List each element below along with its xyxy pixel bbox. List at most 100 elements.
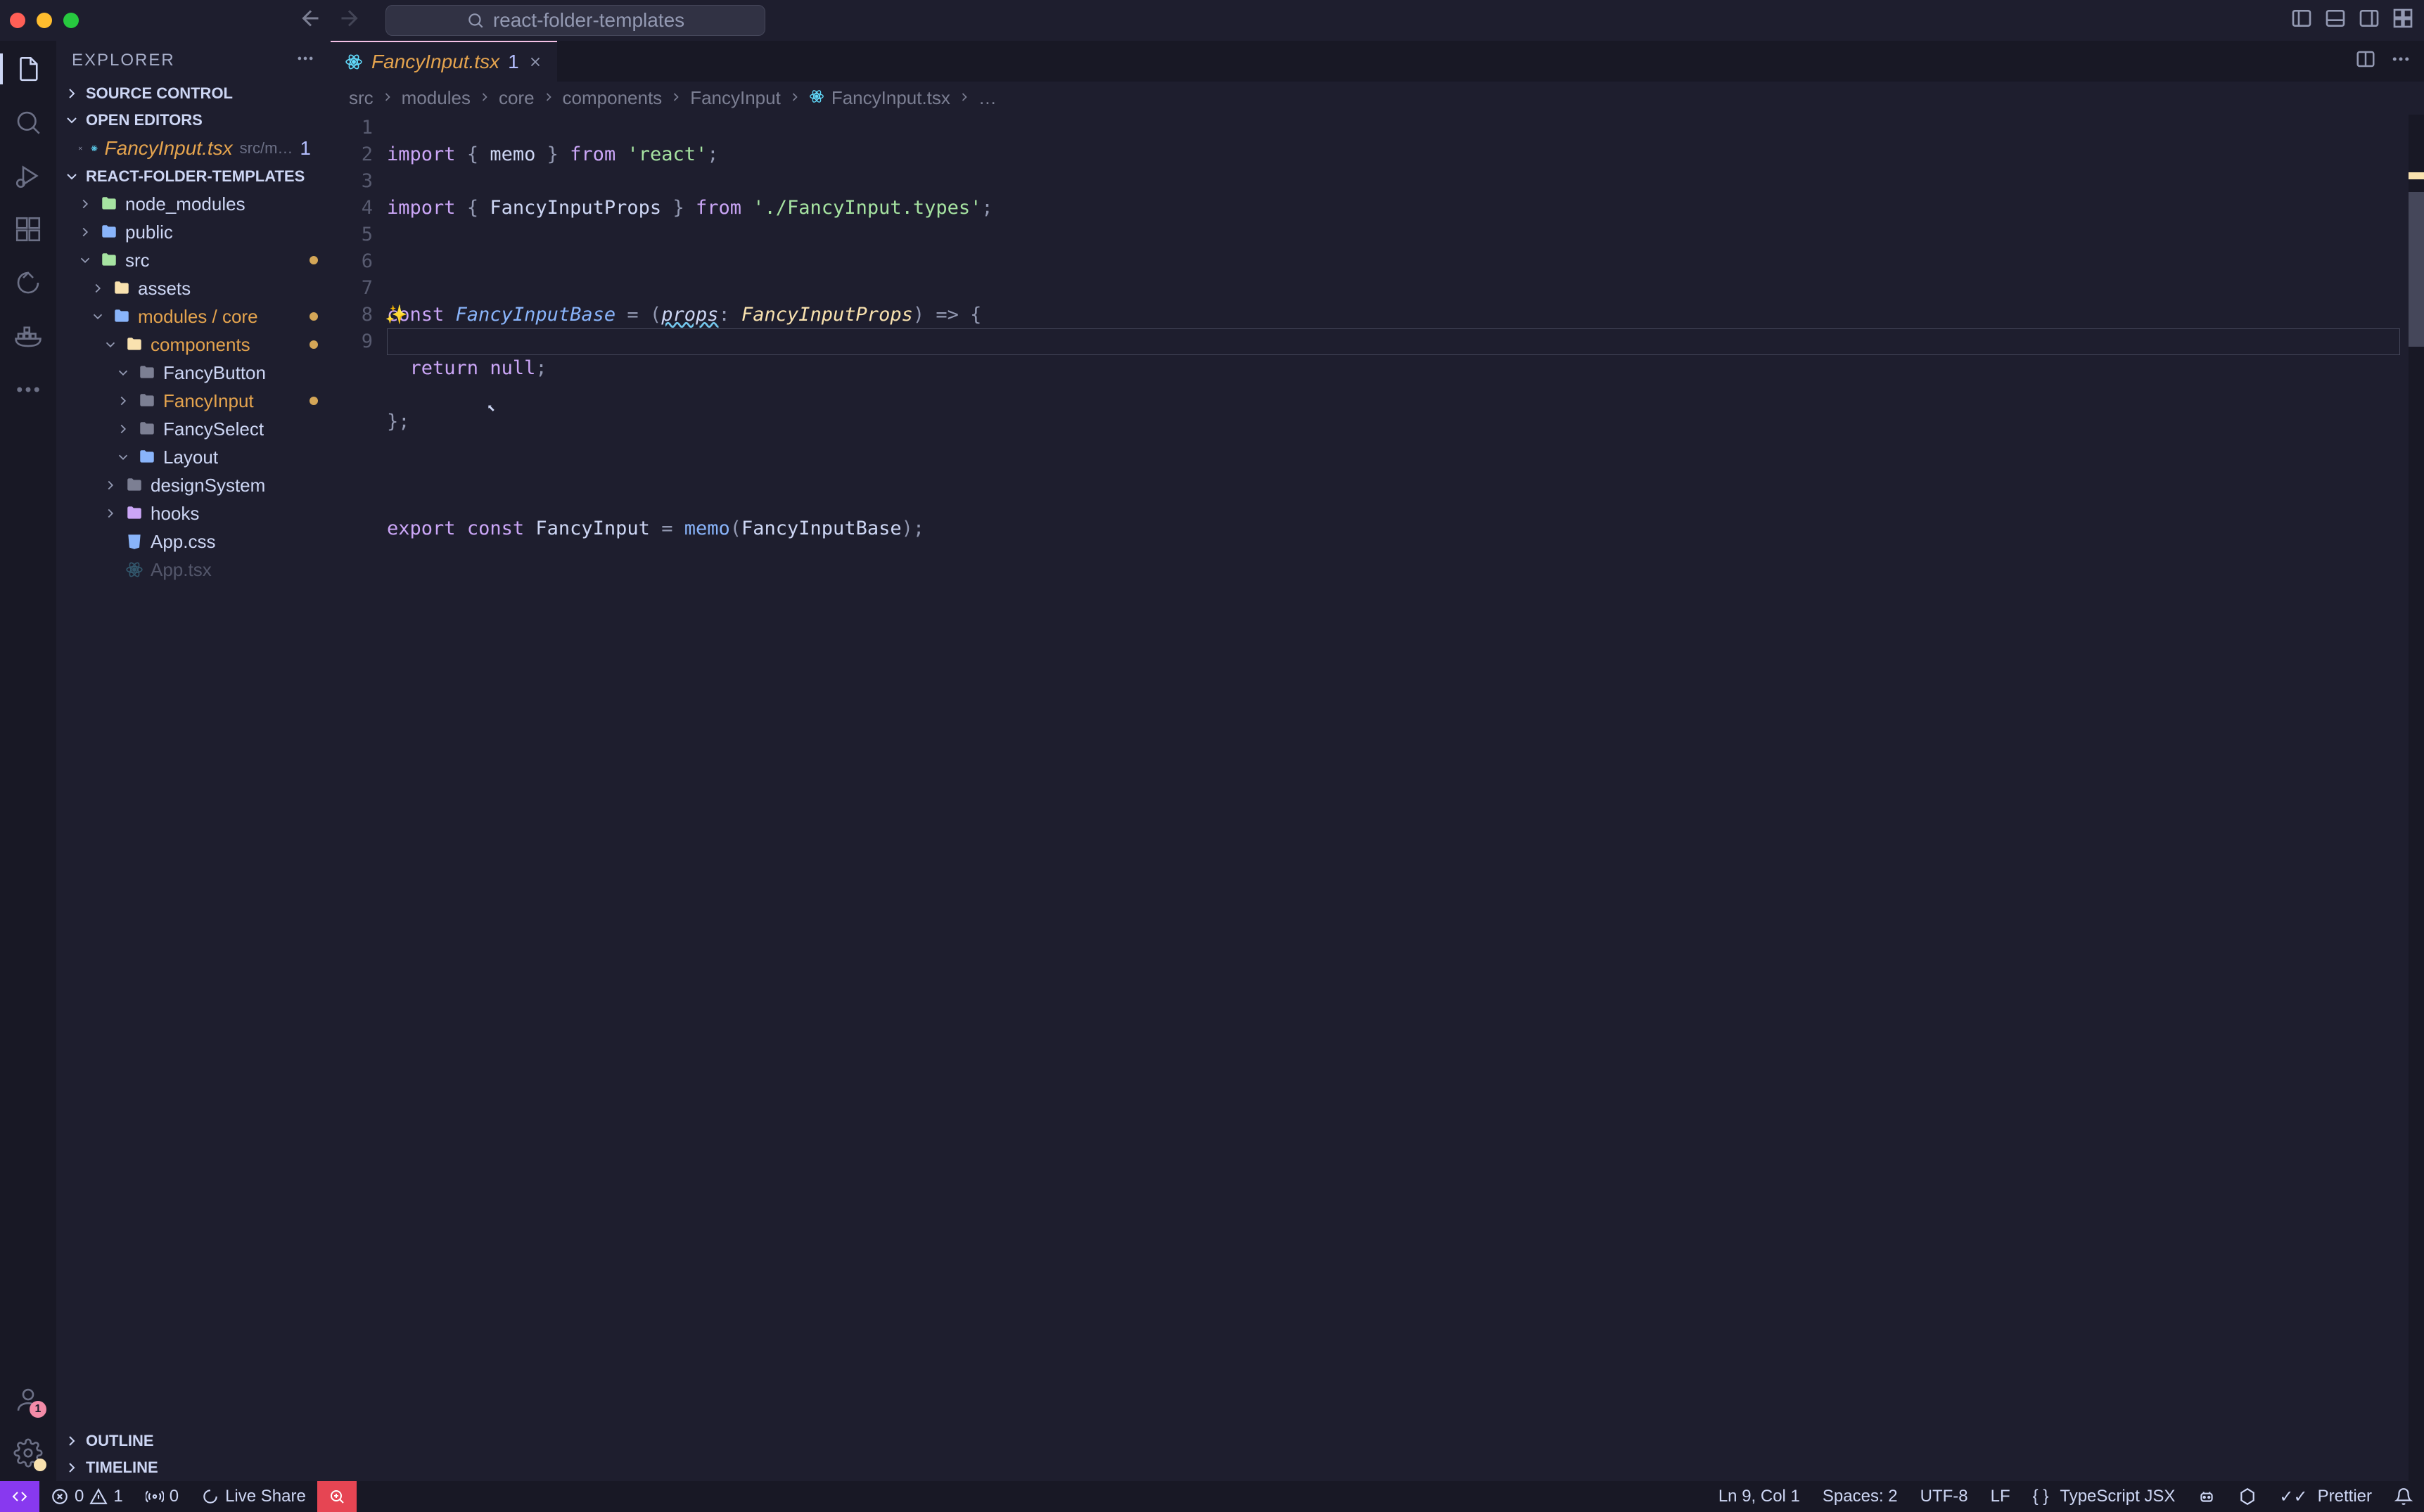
modified-dot	[310, 312, 318, 321]
code-content[interactable]: import { memo } from 'react'; import { F…	[387, 115, 2409, 1481]
language-button[interactable]: { }TypeScript JSX	[2022, 1487, 2187, 1506]
tree-item[interactable]: Layout	[56, 443, 331, 471]
panel-right-icon[interactable]	[2358, 7, 2380, 34]
titlebar: react-folder-templates	[0, 0, 2424, 41]
open-editor-item[interactable]: FancyInput.tsx src/m… 1	[56, 134, 331, 163]
layout-icon[interactable]	[2392, 7, 2414, 34]
close-tab-icon[interactable]	[528, 54, 543, 70]
timeline-section[interactable]: TIMELINE	[56, 1454, 331, 1481]
encoding-button[interactable]: UTF-8	[1909, 1487, 1979, 1506]
tree-item[interactable]: FancyInput	[56, 387, 331, 415]
nav-forward-button[interactable]	[336, 6, 362, 36]
command-center[interactable]: react-folder-templates	[385, 5, 765, 36]
folder-icon	[100, 223, 118, 241]
editor-more-icon[interactable]	[2390, 49, 2411, 75]
account-badge: 1	[30, 1401, 46, 1418]
close-window-button[interactable]	[10, 13, 25, 28]
breadcrumb-segment[interactable]: core	[499, 87, 535, 109]
activity-bar: 1	[0, 41, 56, 1481]
copilot-button[interactable]	[2186, 1487, 2227, 1506]
activity-docker[interactable]	[13, 321, 44, 352]
error-count: 0	[75, 1487, 84, 1506]
error-icon	[51, 1487, 69, 1506]
notifications-button[interactable]	[2383, 1487, 2424, 1506]
breadcrumb-segment[interactable]: modules	[402, 87, 471, 109]
tree-item-label: src	[125, 250, 150, 271]
tab-count: 1	[508, 51, 519, 73]
activity-liveshare[interactable]	[13, 267, 44, 298]
tree-item-label: node_modules	[125, 193, 245, 215]
liveshare-icon	[201, 1487, 219, 1506]
activity-settings[interactable]	[13, 1437, 44, 1468]
tree-item[interactable]: node_modules	[56, 190, 331, 218]
radio-icon	[146, 1487, 164, 1506]
open-editors-section[interactable]: OPEN EDITORS	[56, 107, 331, 134]
remote-button[interactable]	[0, 1481, 39, 1512]
zoom-indicator[interactable]	[317, 1481, 357, 1512]
tree-item[interactable]: FancyButton	[56, 359, 331, 387]
code-editor[interactable]: 123456789 import { memo } from 'react'; …	[331, 115, 2424, 1481]
split-editor-icon[interactable]	[2355, 49, 2376, 75]
tree-item[interactable]: modules / core	[56, 302, 331, 331]
tree-item-label: FancySelect	[163, 418, 264, 440]
problems-button[interactable]: 0 1	[39, 1481, 134, 1512]
close-icon[interactable]	[77, 141, 84, 156]
window-controls	[10, 13, 79, 28]
tree-item[interactable]: FancySelect	[56, 415, 331, 443]
tree-item-label: FancyInput	[163, 390, 254, 412]
eslint-button[interactable]	[2227, 1487, 2268, 1506]
prettier-button[interactable]: ✓✓Prettier	[2268, 1487, 2383, 1507]
folder-icon	[100, 195, 118, 213]
maximize-window-button[interactable]	[63, 13, 79, 28]
activity-debug[interactable]	[13, 160, 44, 191]
folder-icon	[125, 476, 143, 494]
outline-section[interactable]: OUTLINE	[56, 1428, 331, 1454]
tree-item[interactable]: src	[56, 246, 331, 274]
timeline-label: TIMELINE	[86, 1459, 158, 1477]
breadcrumb-segment[interactable]: src	[349, 87, 374, 109]
folder-icon	[138, 448, 156, 466]
activity-account[interactable]: 1	[13, 1384, 44, 1415]
breadcrumb-segment[interactable]: components	[563, 87, 663, 109]
activity-explorer[interactable]	[13, 53, 44, 84]
sparkle-icon: ✨	[385, 302, 407, 328]
outline-label: OUTLINE	[86, 1432, 154, 1450]
explorer-more-icon[interactable]	[295, 49, 315, 73]
breadcrumb[interactable]: src modules core components FancyInput FancyI…	[331, 82, 2424, 115]
ports-button[interactable]: 0	[134, 1481, 190, 1512]
project-section[interactable]: REACT-FOLDER-TEMPLATES	[56, 163, 331, 190]
file-tree: node_modulespublic src assets modules / cor…	[56, 190, 331, 1428]
source-control-section[interactable]: SOURCE CONTROL	[56, 80, 331, 107]
eol-button[interactable]: LF	[1979, 1487, 2022, 1506]
tree-item[interactable]: public	[56, 218, 331, 246]
breadcrumb-segment[interactable]: …	[978, 87, 997, 109]
tree-item[interactable]: designSystem	[56, 471, 331, 499]
liveshare-label: Live Share	[225, 1487, 306, 1506]
folder-icon	[138, 420, 156, 438]
tree-item-label: modules / core	[138, 306, 258, 328]
activity-search[interactable]	[13, 107, 44, 138]
minimap[interactable]	[2409, 115, 2424, 1481]
indent-button[interactable]: Spaces: 2	[1811, 1487, 1909, 1506]
tree-item[interactable]: components	[56, 331, 331, 359]
tree-item-label: public	[125, 222, 173, 243]
tree-item[interactable]: App.tsx	[56, 556, 331, 584]
tab-fancyinput[interactable]: FancyInput.tsx 1	[331, 41, 557, 82]
tree-item[interactable]: hooks	[56, 499, 331, 527]
react-icon	[91, 139, 98, 158]
breadcrumb-segment[interactable]: FancyInput	[690, 87, 781, 109]
cursor-position[interactable]: Ln 9, Col 1	[1707, 1487, 1811, 1506]
tree-item-label: designSystem	[151, 475, 265, 496]
activity-extensions[interactable]	[13, 214, 44, 245]
minimize-window-button[interactable]	[37, 13, 52, 28]
nav-back-button[interactable]	[298, 6, 324, 36]
breadcrumb-segment[interactable]: FancyInput.tsx	[831, 87, 950, 109]
liveshare-button[interactable]: Live Share	[190, 1481, 317, 1512]
panel-bottom-icon[interactable]	[2324, 7, 2347, 34]
tree-item[interactable]: App.css	[56, 527, 331, 556]
panel-left-icon[interactable]	[2290, 7, 2313, 34]
project-label: REACT-FOLDER-TEMPLATES	[86, 167, 305, 186]
tree-item[interactable]: assets	[56, 274, 331, 302]
activity-more[interactable]	[13, 374, 44, 405]
command-center-text: react-folder-templates	[493, 9, 684, 32]
